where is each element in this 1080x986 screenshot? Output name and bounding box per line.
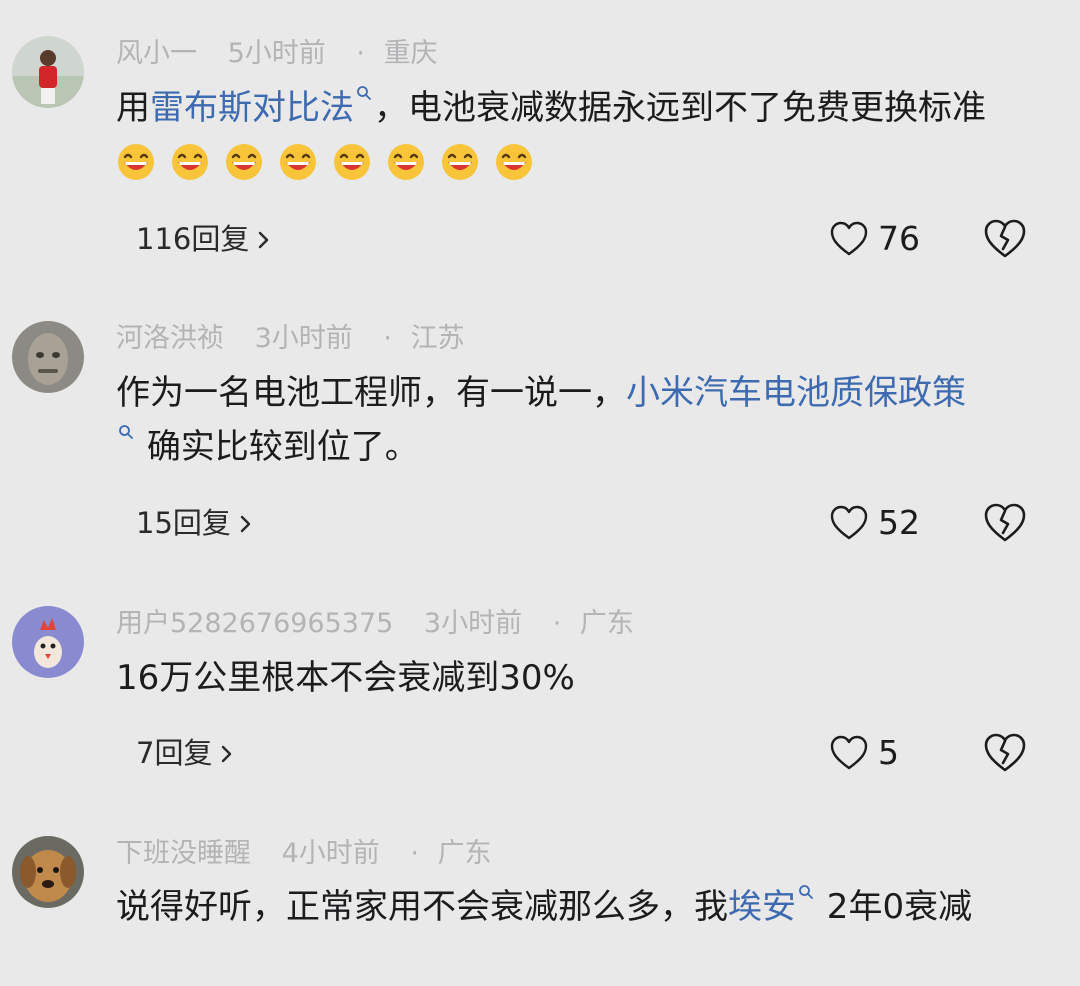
comment-text-part: 确实比较到位了。 bbox=[146, 427, 419, 467]
comment-meta: 风小一 5小时前 · 重庆 bbox=[116, 36, 460, 72]
avatar-image bbox=[12, 606, 84, 678]
laugh-emoji bbox=[172, 144, 208, 180]
like-count: 5 bbox=[878, 733, 899, 772]
reply-count: 7回复 bbox=[136, 736, 213, 770]
comment-text-part: ，电池衰减数据永远到不了免费更换标准 bbox=[374, 88, 986, 128]
avatar-image bbox=[12, 836, 84, 908]
laugh-emoji bbox=[388, 144, 424, 180]
avatar-image bbox=[12, 36, 84, 108]
search-icon[interactable] bbox=[798, 884, 814, 900]
avatar[interactable] bbox=[12, 606, 84, 678]
broken-heart-icon[interactable] bbox=[984, 219, 1026, 259]
post-time: 5小时前 bbox=[227, 38, 326, 69]
comment-text-part: 作为一名电池工程师，有一说一， bbox=[116, 373, 626, 413]
separator-dot: · bbox=[410, 838, 419, 869]
comment-text-part: 说得好听，正常家用不会衰减那么多，我 bbox=[116, 887, 728, 927]
like-count: 76 bbox=[878, 219, 920, 258]
avatar[interactable] bbox=[12, 36, 84, 108]
emoji-line bbox=[116, 142, 548, 186]
location: 重庆 bbox=[383, 38, 438, 69]
separator-dot: · bbox=[552, 608, 562, 639]
heart-outline-icon bbox=[830, 735, 868, 770]
username[interactable]: 下班没睡醒 bbox=[116, 838, 251, 869]
comment-actions: 7回复 5 bbox=[0, 731, 1080, 775]
laugh-emoji bbox=[118, 144, 154, 180]
separator-dot: · bbox=[383, 323, 392, 354]
view-replies-button[interactable]: 15回复 bbox=[136, 501, 253, 545]
comment-meta: 用户5282676965375 3小时前 · 广东 bbox=[116, 606, 656, 642]
search-icon[interactable] bbox=[118, 424, 134, 440]
comment-text: 16万公里根本不会衰减到30% bbox=[116, 651, 1046, 705]
like-button[interactable]: 5 bbox=[830, 731, 899, 775]
like-count: 52 bbox=[878, 503, 920, 542]
avatar-image bbox=[12, 321, 84, 393]
username[interactable]: 河洛洪祯 bbox=[116, 323, 224, 354]
reply-count: 15回复 bbox=[136, 506, 231, 540]
comment-text-part: 用 bbox=[116, 88, 150, 128]
broken-heart-icon[interactable] bbox=[984, 733, 1026, 773]
broken-heart-icon[interactable] bbox=[984, 503, 1026, 543]
comment-text: 说得好听，正常家用不会衰减那么多，我埃安 2年0衰减 bbox=[116, 880, 1046, 934]
view-replies-button[interactable]: 7回复 bbox=[136, 731, 234, 775]
search-icon[interactable] bbox=[356, 85, 372, 101]
post-time: 3小时前 bbox=[254, 323, 353, 354]
laugh-emoji bbox=[442, 144, 478, 180]
laugh-emoji bbox=[334, 144, 370, 180]
avatar[interactable] bbox=[12, 321, 84, 393]
post-time: 3小时前 bbox=[423, 608, 523, 639]
location: 江苏 bbox=[410, 323, 465, 354]
like-button[interactable]: 52 bbox=[830, 501, 920, 545]
heart-outline-icon bbox=[830, 221, 868, 256]
view-replies-button[interactable]: 116回复 bbox=[136, 217, 271, 261]
username[interactable]: 用户5282676965375 bbox=[116, 608, 393, 639]
username[interactable]: 风小一 bbox=[116, 38, 197, 69]
avatar[interactable] bbox=[12, 836, 84, 908]
laugh-emoji bbox=[496, 144, 532, 180]
location: 广东 bbox=[437, 838, 492, 869]
laugh-emoji bbox=[280, 144, 316, 180]
comment-meta: 河洛洪祯 3小时前 · 江苏 bbox=[116, 321, 487, 357]
search-link[interactable]: 小米汽车电池质保政策 bbox=[626, 373, 966, 413]
comment-meta: 下班没睡醒 4小时前 · 广东 bbox=[116, 836, 514, 872]
comment-actions: 116回复 76 bbox=[0, 217, 1080, 261]
reply-count: 116回复 bbox=[136, 222, 250, 256]
search-link[interactable]: 雷布斯对比法 bbox=[150, 88, 354, 128]
chevron-right-icon bbox=[222, 745, 232, 763]
heart-outline-icon bbox=[830, 505, 868, 540]
chevron-right-icon bbox=[240, 515, 251, 533]
post-time: 4小时前 bbox=[281, 838, 380, 869]
chevron-right-icon bbox=[259, 231, 269, 249]
comment-list: 风小一 5小时前 · 重庆 用雷布斯对比法 ，电池衰减数据永远到不了免费更换标准 … bbox=[0, 0, 1080, 986]
like-button[interactable]: 76 bbox=[830, 217, 920, 261]
search-link[interactable]: 埃安 bbox=[728, 887, 796, 927]
location: 广东 bbox=[579, 608, 634, 639]
comment-text: 作为一名电池工程师，有一说一，小米汽车电池质保政策 确实比较到位了。 bbox=[116, 366, 1046, 474]
separator-dot: · bbox=[356, 38, 365, 69]
comment-text-part: 16万公里根本不会衰减到30% bbox=[116, 658, 575, 698]
comment-actions: 15回复 52 bbox=[0, 501, 1080, 545]
comment-text-part: 2年0衰减 bbox=[816, 887, 973, 927]
laugh-emoji bbox=[226, 144, 262, 180]
